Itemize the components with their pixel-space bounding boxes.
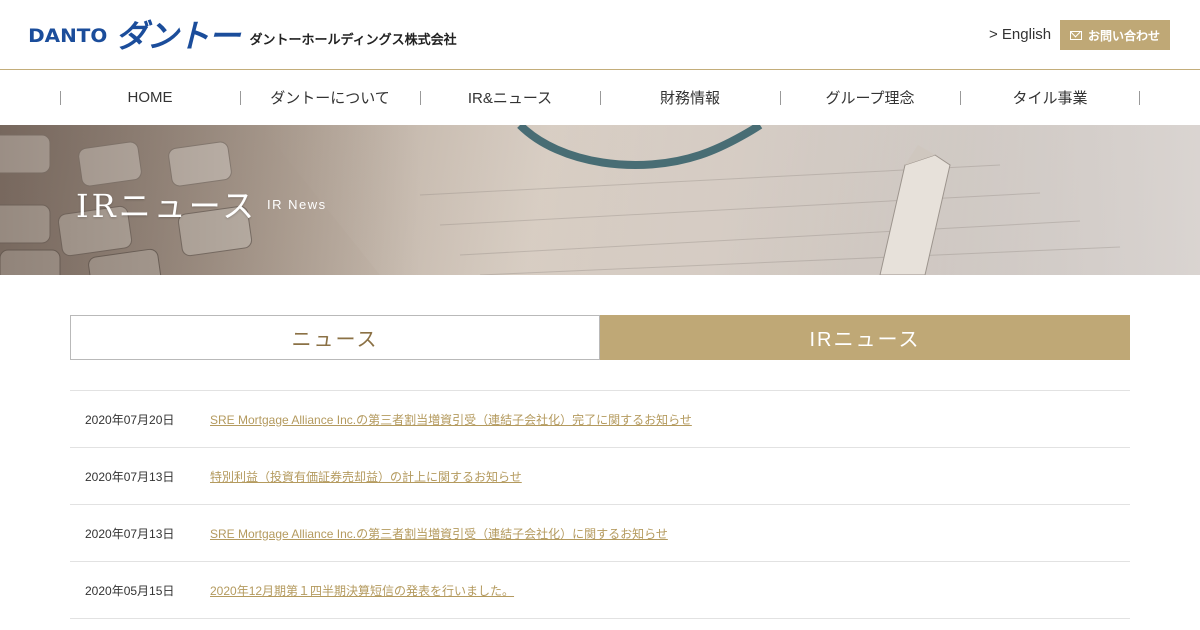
news-list: 2020年07月20日 SRE Mortgage Alliance Inc.の第… — [70, 390, 1130, 619]
tab-ir-news[interactable]: IRニュース — [600, 315, 1130, 360]
tab-news[interactable]: ニュース — [70, 315, 600, 360]
nav-item-tile[interactable]: タイル事業 — [960, 70, 1140, 125]
news-date: 2020年07月13日 — [85, 469, 175, 484]
nav-item-philosophy[interactable]: グループ理念 — [780, 70, 960, 125]
news-date: 2020年05月15日 — [85, 583, 175, 598]
contact-button-label: お問い合わせ — [1087, 28, 1160, 43]
page-title: IRニュース — [76, 187, 258, 225]
english-link[interactable]: > English — [989, 26, 1051, 43]
list-item: 2020年05月15日 2020年12月期第１四半期決算短信の発表を行いました。 — [70, 562, 1130, 619]
news-link[interactable]: 2020年12月期第１四半期決算短信の発表を行いました。 — [210, 582, 514, 599]
list-item: 2020年07月13日 SRE Mortgage Alliance Inc.の第… — [70, 505, 1130, 562]
site-header: DANTO ダントー ダントーホールディングス株式会社 > English お問… — [0, 0, 1200, 70]
company-name: ダントーホールディングス株式会社 — [249, 32, 457, 48]
news-link[interactable]: SRE Mortgage Alliance Inc.の第三者割当増資引受（連結子… — [210, 411, 692, 428]
news-tabs: ニュース IRニュース — [70, 315, 1130, 360]
list-item: 2020年07月13日 特別利益（投資有価証券売却益）の計上に関するお知らせ — [70, 448, 1130, 505]
news-date: 2020年07月20日 — [85, 412, 175, 427]
list-item: 2020年07月20日 SRE Mortgage Alliance Inc.の第… — [70, 391, 1130, 448]
mail-icon — [1069, 30, 1082, 40]
nav-item-about[interactable]: ダントーについて — [240, 70, 420, 125]
global-nav: HOME ダントーについて IR&ニュース 財務情報 グループ理念 タイル事業 — [0, 70, 1200, 125]
nav-item-ir-news[interactable]: IR&ニュース — [420, 70, 600, 125]
site-logo[interactable]: DANTO ダントー ダントーホールディングス株式会社 — [28, 17, 457, 55]
logo-wordmark-en: DANTO — [28, 25, 108, 47]
hero-banner: IRニュース IR News — [0, 125, 1200, 275]
news-link[interactable]: 特別利益（投資有価証券売却益）の計上に関するお知らせ — [210, 468, 522, 485]
logo-wordmark-kana: ダントー — [115, 17, 241, 55]
news-link[interactable]: SRE Mortgage Alliance Inc.の第三者割当増資引受（連結子… — [210, 525, 668, 542]
news-date: 2020年07月13日 — [85, 526, 175, 541]
nav-item-home[interactable]: HOME — [60, 70, 240, 125]
page-subtitle: IR News — [267, 197, 327, 212]
contact-button[interactable]: お問い合わせ — [1060, 20, 1170, 50]
nav-item-financial[interactable]: 財務情報 — [600, 70, 780, 125]
